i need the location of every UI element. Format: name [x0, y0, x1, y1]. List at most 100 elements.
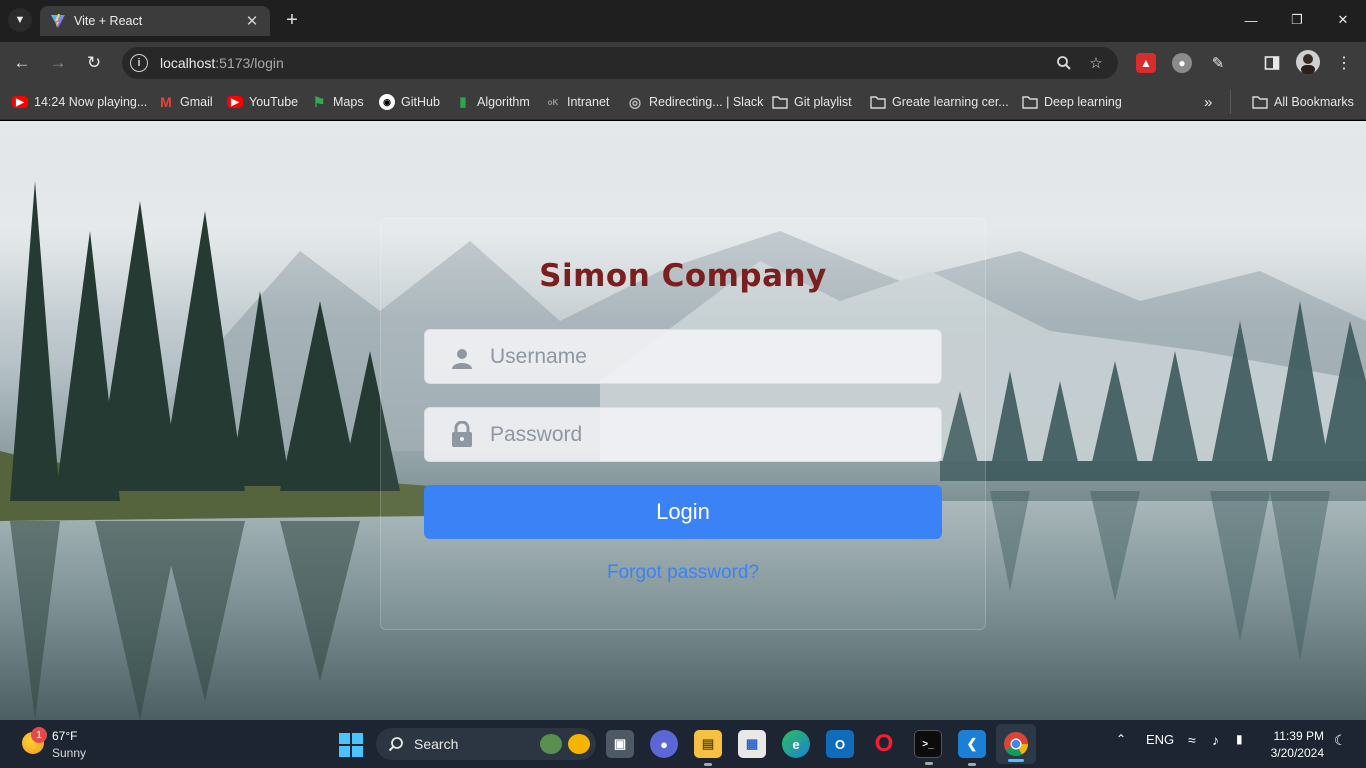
search-highlight-icon	[568, 734, 590, 754]
forward-button[interactable]: →	[45, 50, 71, 76]
chrome-taskbar-button[interactable]	[996, 724, 1036, 764]
bookmark-star-icon[interactable]: ☆	[1086, 53, 1106, 73]
extensions-puzzle-icon[interactable]: ✎	[1208, 53, 1228, 73]
search-icon	[388, 737, 403, 752]
running-indicator	[704, 763, 712, 766]
bookmark-github[interactable]: ◉ GitHub	[379, 92, 440, 112]
windows-start-icon[interactable]	[338, 732, 364, 758]
tab-close-icon[interactable]: ✕	[244, 12, 260, 30]
extension-red-icon[interactable]: ▲	[1136, 53, 1156, 73]
outlook-icon[interactable]: O	[826, 730, 854, 758]
reload-button[interactable]: ↻	[81, 50, 107, 76]
zoom-icon[interactable]	[1054, 53, 1074, 73]
site-info-icon[interactable]: i	[130, 54, 148, 72]
bookmark-maps[interactable]: ⚑ Maps	[311, 92, 364, 112]
bookmark-algorithm[interactable]: ▮ Algorithm	[455, 92, 529, 112]
bookmark-slack[interactable]: ◎ Redirecting... | Slack	[627, 92, 764, 112]
double-chevron-right-icon: »	[1204, 93, 1213, 111]
globe-widget-icon	[540, 734, 562, 754]
intranet-icon: oK	[547, 97, 559, 107]
username-input[interactable]	[490, 344, 910, 369]
arrow-left-icon: ←	[13, 53, 31, 72]
folder-icon	[772, 96, 788, 109]
close-window-button[interactable]: ✕	[1320, 0, 1366, 40]
login-button[interactable]: Login	[424, 485, 942, 539]
all-bookmarks-button[interactable]: All Bookmarks	[1252, 92, 1354, 112]
company-title: Simon Company	[539, 258, 827, 294]
youtube-icon: ▶	[227, 96, 243, 108]
opera-icon[interactable]: O	[870, 730, 898, 758]
microsoft-store-icon[interactable]: ▦	[738, 730, 766, 758]
wifi-icon[interactable]: ≈	[1188, 732, 1196, 748]
username-field[interactable]	[424, 329, 942, 384]
bookmark-gmail[interactable]: M Gmail	[158, 92, 213, 112]
vscode-icon[interactable]: ❮	[958, 730, 986, 766]
extension-glasses-icon[interactable]: ●	[1172, 53, 1192, 73]
teams-meet-icon[interactable]: ●	[650, 730, 678, 758]
github-icon: ◉	[379, 94, 395, 110]
login-page: Simon Company Login Forgot password?	[0, 121, 1366, 720]
folder-icon	[870, 96, 886, 109]
search-label: Search	[414, 736, 459, 752]
active-tab[interactable]: Vite + React ✕	[40, 6, 270, 36]
language-indicator[interactable]: ENG	[1146, 732, 1174, 747]
reload-icon: ↻	[86, 53, 102, 72]
bookmark-intranet[interactable]: oK Intranet	[545, 92, 610, 112]
profile-avatar[interactable]	[1296, 50, 1320, 74]
forgot-password-link[interactable]: Forgot password?	[0, 562, 1366, 584]
clock-date[interactable]: 3/20/2024	[1262, 746, 1324, 760]
back-button[interactable]: ←	[9, 50, 35, 76]
bookmark-now-playing[interactable]: ▶ 14:24 Now playing...	[12, 92, 147, 112]
battery-icon[interactable]: ▮	[1236, 732, 1243, 746]
chrome-icon	[1004, 732, 1028, 757]
minimize-button[interactable]: —	[1228, 0, 1274, 40]
bookmark-youtube[interactable]: ▶ YouTube	[227, 92, 298, 112]
maps-icon: ⚑	[312, 93, 326, 110]
terminal-icon[interactable]: >_	[914, 730, 942, 765]
globe-icon: ◎	[628, 93, 642, 110]
browser-toolbar: ← → ↻ i localhost:5173/login ☆ ▲ ● ✎ ⋮	[0, 42, 1366, 84]
menu-kebab-icon[interactable]: ⋮	[1334, 53, 1354, 73]
tab-search-button[interactable]: ▼	[8, 8, 32, 32]
taskbar: 1 67°F Sunny Search ▣ ● ▤ ▦ e O O >_ ❮ ⌃…	[0, 720, 1366, 768]
file-explorer-icon[interactable]: ▤	[694, 730, 722, 766]
gmail-icon: M	[160, 94, 172, 110]
weather-condition[interactable]: Sunny	[52, 746, 86, 760]
lock-icon	[450, 420, 474, 447]
new-tab-button[interactable]: +	[282, 9, 302, 31]
volume-icon[interactable]: ♪	[1212, 732, 1219, 748]
restore-button[interactable]: ❐	[1274, 0, 1320, 40]
clock-time[interactable]: 11:39 PM	[1272, 729, 1324, 743]
bookmarks-divider	[1230, 90, 1231, 114]
edge-icon[interactable]: e	[782, 730, 810, 758]
notification-badge: 1	[31, 727, 47, 743]
youtube-icon: ▶	[12, 96, 28, 108]
address-bar[interactable]: i localhost:5173/login ☆	[122, 47, 1118, 79]
moon-icon[interactable]: ☾	[1334, 732, 1347, 749]
task-view-icon[interactable]: ▣	[606, 730, 634, 758]
algorithm-icon: ▮	[459, 94, 467, 109]
active-indicator	[1008, 759, 1024, 762]
bookmark-great-learning[interactable]: Greate learning cer...	[870, 92, 1009, 112]
user-icon	[450, 345, 474, 369]
browser-tab-strip: ▼ Vite + React ✕ + — ❐ ✕	[0, 0, 1366, 42]
running-indicator	[968, 763, 976, 766]
folder-icon	[1252, 96, 1268, 109]
bookmark-deep-learning[interactable]: Deep learning	[1022, 92, 1122, 112]
running-indicator	[925, 762, 933, 765]
tray-overflow-chevron-icon[interactable]: ⌃	[1116, 732, 1126, 746]
taskbar-search[interactable]: Search	[376, 728, 596, 760]
password-field[interactable]	[424, 407, 942, 462]
tab-title: Vite + React	[74, 14, 143, 28]
chevron-down-icon: ▼	[14, 14, 26, 26]
folder-icon	[1022, 96, 1038, 109]
weather-temperature[interactable]: 67°F	[52, 729, 77, 743]
bookmarks-overflow-button[interactable]: »	[1204, 92, 1212, 112]
bookmarks-bar: ▶ 14:24 Now playing... M Gmail ▶ YouTube…	[0, 84, 1366, 120]
arrow-right-icon: →	[49, 53, 67, 72]
vite-logo-icon	[51, 14, 65, 28]
password-input[interactable]	[490, 422, 910, 447]
bookmark-git-playlist[interactable]: Git playlist	[772, 92, 852, 112]
side-panel-icon[interactable]	[1262, 53, 1282, 73]
url-text: localhost:5173/login	[160, 55, 284, 71]
